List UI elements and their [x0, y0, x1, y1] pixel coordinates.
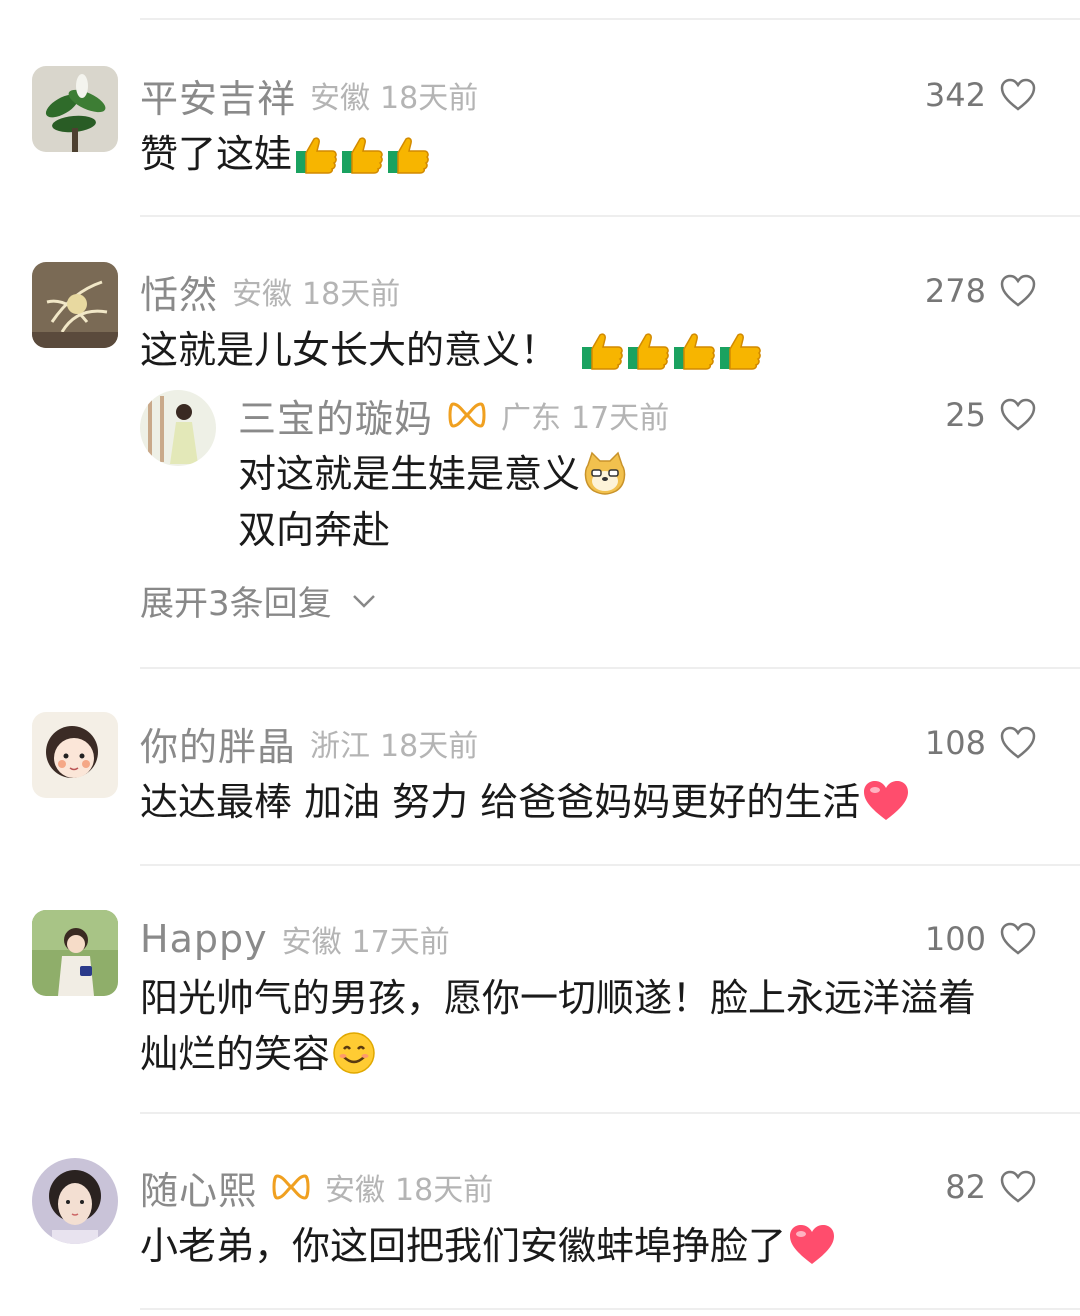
heart-outline-icon[interactable]: [1000, 922, 1036, 956]
like-button[interactable]: 342: [925, 70, 1036, 120]
like-button[interactable]: 82: [945, 1162, 1036, 1212]
expand-replies-label: 展开3条回复: [140, 584, 332, 624]
like-button[interactable]: 108: [925, 718, 1036, 768]
location: 浙江: [310, 729, 371, 764]
username[interactable]: Happy: [140, 917, 268, 961]
thumbs-up-emoji-icon: [626, 331, 670, 371]
like-count: 108: [924, 724, 986, 762]
divider: [140, 18, 1080, 20]
avatar[interactable]: [32, 1158, 118, 1244]
comment-body-line: 灿烂的笑容: [140, 1032, 331, 1076]
comment-body: 达达最棒 加油 努力 给爸爸妈妈更好的生活: [140, 780, 861, 824]
location: 安徽: [325, 1173, 386, 1208]
comment-body: 赞了这娃: [140, 132, 293, 176]
comment-meta: 平安吉祥 安徽 18天前: [140, 68, 479, 123]
location: 安徽: [281, 925, 342, 960]
heart-outline-icon[interactable]: [1000, 1170, 1036, 1204]
comment-meta: 你的胖晶 浙江 18天前: [140, 716, 479, 771]
comment-body: 这就是儿女长大的意义！: [140, 328, 559, 372]
divider: [140, 667, 1080, 669]
like-button[interactable]: 278: [925, 266, 1036, 316]
heart-outline-icon[interactable]: [1000, 398, 1036, 432]
location: 安徽: [232, 277, 293, 312]
timestamp: 18天前: [380, 81, 479, 116]
expand-replies-button[interactable]: 展开3条回复: [140, 576, 378, 625]
thumbs-up-emoji-icon: [580, 331, 624, 371]
thumbs-up-emoji-icon: [340, 135, 384, 175]
reply-meta: 三宝的璇妈 广东 17天前: [238, 388, 670, 443]
thumbs-up-emoji-icon: [386, 135, 430, 175]
thumbs-up-emoji-icon: [294, 135, 338, 175]
comment-text: 阳光帅气的男孩，愿你一切顺遂！脸上永远洋溢着 灿烂的笑容: [140, 970, 976, 1082]
timestamp: 18天前: [395, 1173, 494, 1208]
divider: [140, 215, 1080, 217]
like-button[interactable]: 100: [925, 914, 1036, 964]
timestamp: 18天前: [302, 277, 401, 312]
divider: [140, 1112, 1080, 1114]
smiling-face-emoji-icon: [332, 1031, 376, 1075]
comment-text: 赞了这娃: [140, 126, 430, 182]
comment-text: 达达最棒 加油 努力 给爸爸妈妈更好的生活: [140, 774, 910, 830]
timestamp: 18天前: [380, 729, 479, 764]
timestamp: 17天前: [571, 401, 670, 436]
comment-body: 小老弟，你这回把我们安徽蚌埠挣脸了: [140, 1224, 787, 1268]
like-count: 100: [924, 920, 986, 958]
username[interactable]: 随心熙: [140, 1160, 257, 1215]
avatar[interactable]: [32, 712, 118, 798]
reply-body-line: 对这就是生娃是意义: [238, 452, 581, 496]
comment-text: 小老弟，你这回把我们安徽蚌埠挣脸了: [140, 1218, 836, 1274]
location: 广东: [501, 401, 562, 436]
comment-meta: 随心熙 安徽 18天前: [140, 1160, 494, 1215]
username[interactable]: 恬然: [140, 264, 218, 319]
comment-meta: 恬然 安徽 18天前: [140, 264, 401, 319]
avatar[interactable]: [32, 66, 118, 152]
like-button[interactable]: 25: [945, 390, 1036, 440]
red-heart-emoji-icon: [862, 779, 910, 823]
heart-outline-icon[interactable]: [1000, 726, 1036, 760]
avatar[interactable]: [32, 910, 118, 996]
doge-emoji-icon: [582, 451, 628, 495]
thumbs-up-emoji-icon: [672, 331, 716, 371]
reply-text: 对这就是生娃是意义 双向奔赴: [238, 446, 628, 558]
timestamp: 17天前: [351, 925, 450, 960]
comment-meta: Happy 安徽 17天前: [140, 914, 450, 964]
comment-text: 这就是儿女长大的意义！: [140, 322, 762, 378]
username[interactable]: 平安吉祥: [140, 68, 296, 123]
fan-badge-icon: [448, 402, 486, 428]
fan-badge-icon: [272, 1174, 310, 1200]
reply-body-line: 双向奔赴: [238, 508, 391, 552]
avatar[interactable]: [32, 262, 118, 348]
location: 安徽: [310, 81, 371, 116]
comment-body-line: 阳光帅气的男孩，愿你一切顺遂！脸上永远洋溢着: [140, 976, 977, 1020]
thumbs-up-emoji-icon: [718, 331, 762, 371]
avatar[interactable]: [140, 390, 216, 466]
like-count: 342: [924, 76, 986, 114]
username[interactable]: 三宝的璇妈: [238, 388, 433, 443]
divider: [140, 1308, 1080, 1310]
like-count: 82: [945, 1168, 986, 1206]
like-count: 278: [924, 272, 986, 310]
divider: [140, 864, 1080, 866]
red-heart-emoji-icon: [788, 1223, 836, 1267]
heart-outline-icon[interactable]: [1000, 78, 1036, 112]
username[interactable]: 你的胖晶: [140, 716, 296, 771]
like-count: 25: [945, 396, 986, 434]
chevron-down-icon: [352, 594, 375, 608]
heart-outline-icon[interactable]: [1000, 274, 1036, 308]
